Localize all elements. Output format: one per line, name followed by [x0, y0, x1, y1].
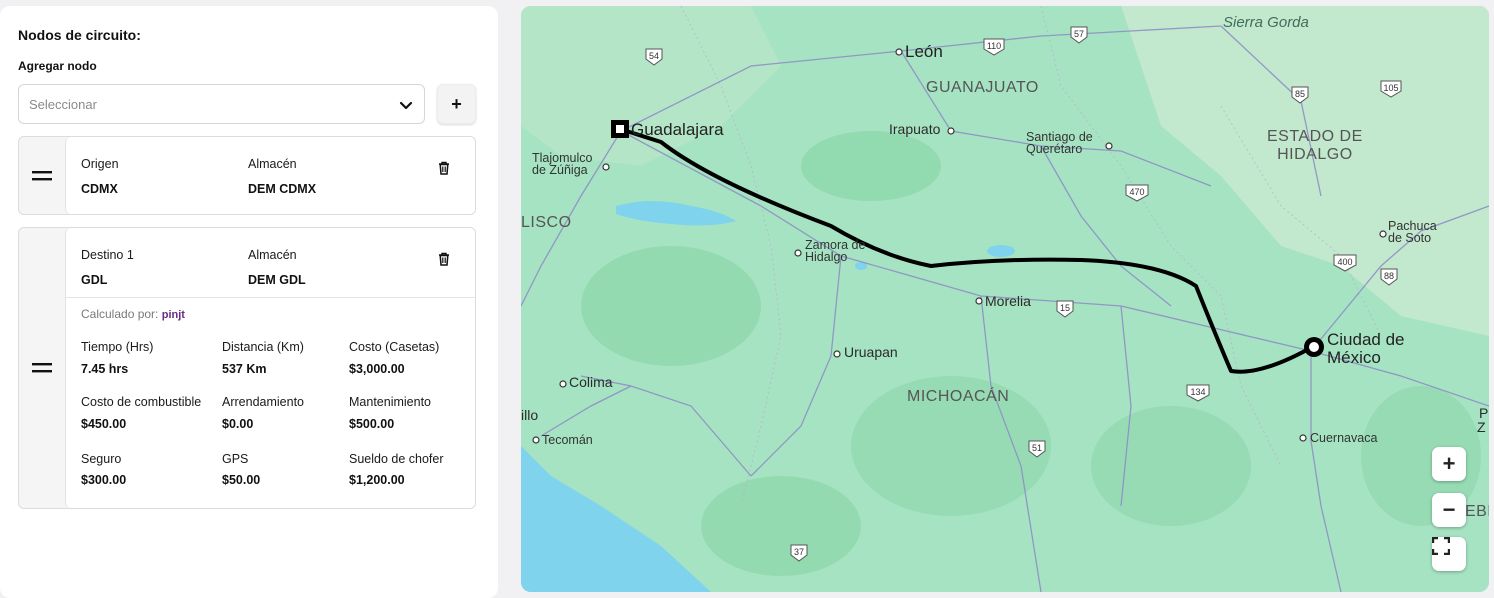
svg-text:54: 54: [649, 51, 659, 61]
chevron-down-icon: [399, 101, 413, 110]
fullscreen-button[interactable]: [1432, 537, 1466, 571]
fullscreen-icon: [1432, 537, 1450, 555]
svg-text:470: 470: [1129, 187, 1144, 197]
origin-node-body: Origen CDMX Almacén DEM CDMX: [65, 137, 475, 214]
metric-label: GPS: [222, 452, 249, 466]
drag-handle-icon[interactable]: [19, 228, 65, 508]
svg-text:105: 105: [1383, 83, 1398, 93]
place-label: Ciudad de México: [1327, 330, 1405, 367]
origin-warehouse-value: DEM CDMX: [248, 182, 317, 196]
destination-node-body: Destino 1 GDL Almacén DEM GDL Calculado …: [65, 228, 475, 508]
zoom-out-button[interactable]: −: [1432, 493, 1466, 527]
origin-type-value: CDMX: [81, 182, 118, 196]
pinjt-logo: pinjt: [161, 309, 185, 321]
svg-text:57: 57: [1074, 29, 1084, 39]
place-label: Cuernavaca: [1310, 431, 1378, 445]
metric-value: 7.45 hrs: [81, 362, 129, 376]
place-label: illo: [521, 407, 539, 423]
place-label: Guadalajara: [631, 120, 724, 139]
origin-warehouse-label: Almacén: [248, 157, 297, 171]
place-label: Irapuato: [889, 121, 941, 137]
place-label: Tlajomulco de Zúñiga: [532, 151, 593, 177]
origin-type-label: Origen: [81, 157, 119, 171]
state-label: ESTADO DE HIDALGO: [1267, 128, 1363, 163]
state-label: LISCO: [521, 214, 572, 231]
add-node-button[interactable]: +: [437, 84, 476, 124]
card-divider: [66, 297, 475, 298]
place-label: Tecomán: [542, 433, 593, 447]
metric-value: $50.00: [222, 473, 261, 487]
calculated-by: Calculado por: pinjt: [81, 307, 185, 321]
drag-handle-icon[interactable]: [19, 137, 65, 214]
dest-warehouse-value: DEM GDL: [248, 273, 306, 287]
metric-value: $0.00: [222, 417, 254, 431]
metric-value: 537 Km: [222, 362, 267, 376]
panel-title: Nodos de circuito:: [18, 27, 141, 43]
svg-text:88: 88: [1384, 271, 1394, 281]
svg-text:400: 400: [1337, 257, 1352, 267]
region-label: Sierra Gorda: [1223, 14, 1309, 31]
place-label: Zamora de Hidalgo: [805, 238, 866, 264]
metric-value: $450.00: [81, 417, 127, 431]
metric-label: Sueldo de chofer: [349, 452, 444, 466]
svg-text:15: 15: [1060, 303, 1070, 313]
state-label: EBL: [1465, 503, 1489, 520]
trash-icon[interactable]: [436, 160, 452, 176]
trash-icon[interactable]: [436, 251, 452, 267]
svg-text:37: 37: [794, 547, 804, 557]
route-map[interactable]: 54 110 57 85 105 470 400 88 15 134 51 37…: [521, 6, 1489, 592]
metric-value: $500.00: [349, 417, 395, 431]
svg-text:85: 85: [1295, 89, 1305, 99]
state-label: MICHOACÁN: [907, 388, 1010, 405]
place-label: Santiago de Querétaro: [1026, 130, 1093, 156]
metric-label: Costo (Casetas): [349, 340, 440, 354]
place-label: Z: [1477, 419, 1486, 435]
metric-label: Tiempo (Hrs): [81, 340, 154, 354]
metric-value: $3,000.00: [349, 362, 405, 376]
metric-value: $300.00: [81, 473, 127, 487]
svg-text:51: 51: [1032, 443, 1042, 453]
zoom-in-button[interactable]: +: [1432, 447, 1466, 481]
circuit-nodes-panel: Nodos de circuito: Agregar nodo Seleccio…: [0, 6, 498, 598]
metric-value: $1,200.00: [349, 473, 405, 487]
state-label: GUANAJUATO: [926, 79, 1039, 96]
metric-label: Distancia (Km): [222, 340, 304, 354]
destination-node-card: Destino 1 GDL Almacén DEM GDL Calculado …: [18, 227, 476, 509]
place-label: Morelia: [985, 293, 1031, 309]
metric-label: Mantenimiento: [349, 395, 431, 409]
place-label: León: [905, 42, 943, 61]
place-label: Colima: [569, 374, 613, 390]
node-select[interactable]: Seleccionar: [18, 84, 425, 124]
svg-text:110: 110: [987, 41, 1001, 51]
origin-node-card: Origen CDMX Almacén DEM CDMX: [18, 136, 476, 215]
dest-type-label: Destino 1: [81, 248, 134, 262]
place-label: Uruapan: [844, 344, 898, 360]
select-placeholder: Seleccionar: [29, 96, 97, 112]
calculated-by-label: Calculado por:: [81, 307, 159, 321]
dest-type-value: GDL: [81, 273, 108, 287]
svg-text:134: 134: [1190, 387, 1205, 397]
metric-label: Arrendamiento: [222, 395, 304, 409]
metric-label: Seguro: [81, 452, 122, 466]
dest-warehouse-label: Almacén: [248, 248, 297, 262]
place-label: Pachuca de Soto: [1388, 219, 1437, 245]
add-node-label: Agregar nodo: [18, 59, 97, 73]
metric-label: Costo de combustible: [81, 395, 202, 409]
